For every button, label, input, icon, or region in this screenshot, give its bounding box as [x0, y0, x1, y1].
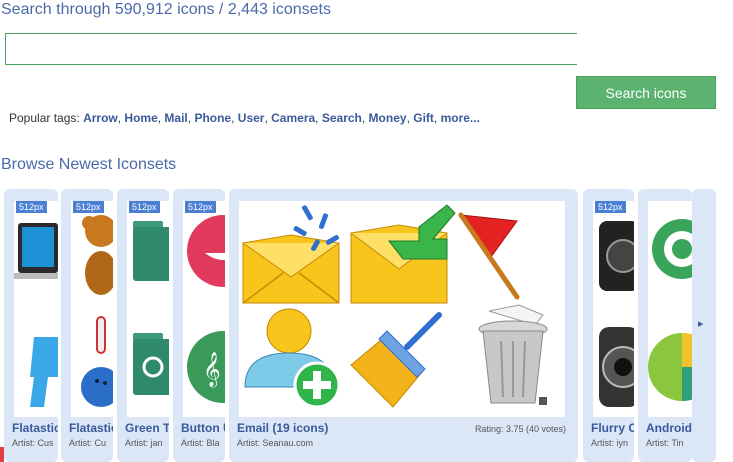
email-iconset-preview — [242, 204, 548, 409]
tag-phone[interactable]: Phone — [194, 111, 231, 125]
size-badge: 512px — [595, 201, 626, 213]
iconset-title[interactable]: Flatastic — [69, 421, 113, 435]
iconset-title[interactable]: Android — [646, 421, 692, 435]
size-badge: 512px — [185, 201, 216, 213]
broom-icon — [350, 312, 442, 408]
browse-heading: Browse Newest Iconsets — [1, 156, 177, 173]
iconset-rating: Rating: 3.75 (40 votes) — [474, 424, 566, 434]
iconset-card[interactable]: Android Artist: Tin — [638, 189, 692, 462]
size-badge: 512px — [73, 201, 104, 213]
iconset-title[interactable]: Button U — [181, 421, 225, 435]
teddy-bear-icon — [81, 215, 113, 407]
iconset-artist: Artist: Cus — [12, 438, 54, 448]
tag-home[interactable]: Home — [124, 111, 157, 125]
iconset-card-expanded[interactable]: Email (19 icons) Rating: 3.75 (40 votes)… — [229, 189, 578, 462]
add-user-icon — [244, 308, 341, 409]
iconset-artist: Artist: Tin — [646, 438, 684, 448]
iconset-title[interactable]: Green T — [125, 421, 169, 435]
size-badge: 512px — [16, 201, 47, 213]
search-input[interactable] — [5, 33, 577, 65]
iconset-title[interactable]: Flatastic — [12, 421, 58, 435]
tag-gift[interactable]: Gift — [413, 111, 434, 125]
iconset-title[interactable]: Email (19 icons) — [237, 421, 328, 435]
folder-icon — [133, 221, 169, 395]
search-heading: Search through 590,912 icons / 2,443 ico… — [1, 1, 331, 18]
camera-icon — [599, 221, 634, 407]
iconset-artist: Artist: iyn — [591, 438, 629, 448]
mail-new-icon — [242, 205, 340, 304]
size-badge: 512px — [129, 201, 160, 213]
page-edge-marker — [0, 447, 4, 462]
search-icons-button[interactable]: Search icons — [576, 76, 716, 109]
popular-tags-label: Popular tags: — [9, 111, 80, 125]
iconset-title[interactable]: Flurry C — [591, 421, 634, 435]
carousel-next-button[interactable]: ▸ — [692, 189, 716, 462]
popular-tags: Popular tags: Arrow, Home, Mail, Phone, … — [9, 111, 480, 125]
android-icon — [648, 219, 692, 401]
iconset-carousel: 512px Flatastic Artist: Cus 512px Flatas… — [0, 189, 733, 462]
chevron-right-icon: ▸ — [698, 318, 704, 330]
svg-text:𝄞: 𝄞 — [203, 352, 221, 388]
tag-search[interactable]: Search — [322, 111, 362, 125]
computer-icon — [14, 223, 58, 407]
iconset-artist: Artist: Bla — [181, 438, 220, 448]
iconset-artist: Artist: jan — [125, 438, 163, 448]
iconset-card[interactable]: 512px Flurry C Artist: iyn — [583, 189, 634, 462]
tag-more[interactable]: more... — [441, 111, 480, 125]
iconset-card[interactable]: 512px Flatastic Artist: Cus — [4, 189, 58, 462]
mail-receive-icon — [350, 204, 456, 304]
round-button-icon: 𝄞 — [187, 215, 225, 403]
iconset-card[interactable]: 512px Green T Artist: jan — [117, 189, 169, 462]
iconset-card[interactable]: 512px 𝄞 Button U Artist: Bla — [173, 189, 225, 462]
tag-money[interactable]: Money — [369, 111, 407, 125]
tag-user[interactable]: User — [238, 111, 265, 125]
iconset-artist: Artist: Cu — [69, 438, 107, 448]
red-flag-icon — [458, 212, 520, 300]
tag-mail[interactable]: Mail — [164, 111, 187, 125]
tag-arrow[interactable]: Arrow — [83, 111, 118, 125]
trash-can-icon — [478, 304, 548, 405]
iconset-card[interactable]: 512px Flatastic Artist: Cu — [61, 189, 113, 462]
tag-camera[interactable]: Camera — [271, 111, 315, 125]
iconset-artist: Artist: Seanau.com — [237, 438, 314, 448]
